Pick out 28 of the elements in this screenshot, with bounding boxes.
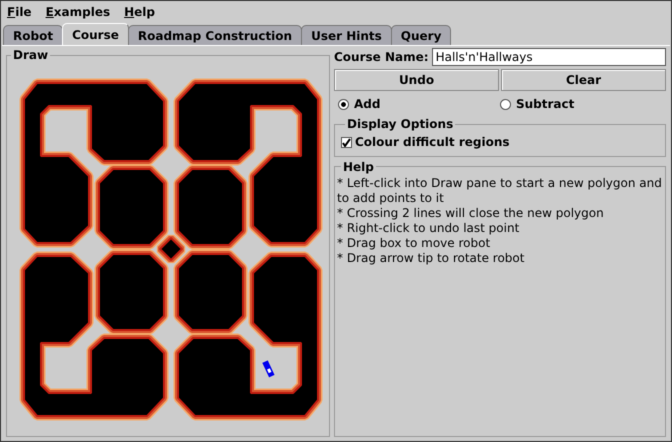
radio-icon[interactable] [338, 98, 349, 110]
menu-item[interactable]: File [7, 5, 32, 19]
help-text: * Right-click to undo last point [337, 220, 520, 236]
checkbox-option[interactable]: Colour difficult regions [341, 135, 510, 149]
help-text: * Left-click into Draw pane to start a new polygon and to add points to it [337, 176, 663, 206]
checkbox-icon[interactable] [341, 136, 352, 148]
group-title: Display Options [346, 117, 454, 131]
tab[interactable]: Roadmap Construction [128, 25, 302, 45]
group-title: Help [342, 160, 375, 174]
action-button[interactable]: Clear [501, 69, 666, 91]
help-text: * Drag box to move robot [337, 236, 492, 250]
radio-option[interactable]: Subtract [500, 97, 662, 111]
help-text: * Crossing 2 lines will close the new polygon [337, 206, 605, 220]
radio-icon[interactable] [500, 98, 511, 110]
draw-pane[interactable]: Draw [6, 48, 330, 437]
tab[interactable]: Query [390, 25, 452, 45]
menu-item[interactable]: Examples [46, 5, 110, 19]
action-button[interactable]: Undo [334, 69, 499, 91]
robot-icon[interactable] [262, 360, 275, 378]
group-title: Draw [12, 48, 50, 62]
radio-option[interactable]: Add [338, 97, 500, 111]
help-text: * Drag arrow tip to rotate robot [337, 250, 526, 266]
course-name-field[interactable]: Halls'n'Hallways [432, 48, 666, 66]
course-name-label: Course Name: [334, 50, 429, 64]
tab[interactable]: User Hints [301, 25, 392, 45]
tab[interactable]: Robot [3, 25, 64, 45]
menu-item[interactable]: Help [124, 5, 155, 19]
tab[interactable]: Course [62, 23, 129, 45]
